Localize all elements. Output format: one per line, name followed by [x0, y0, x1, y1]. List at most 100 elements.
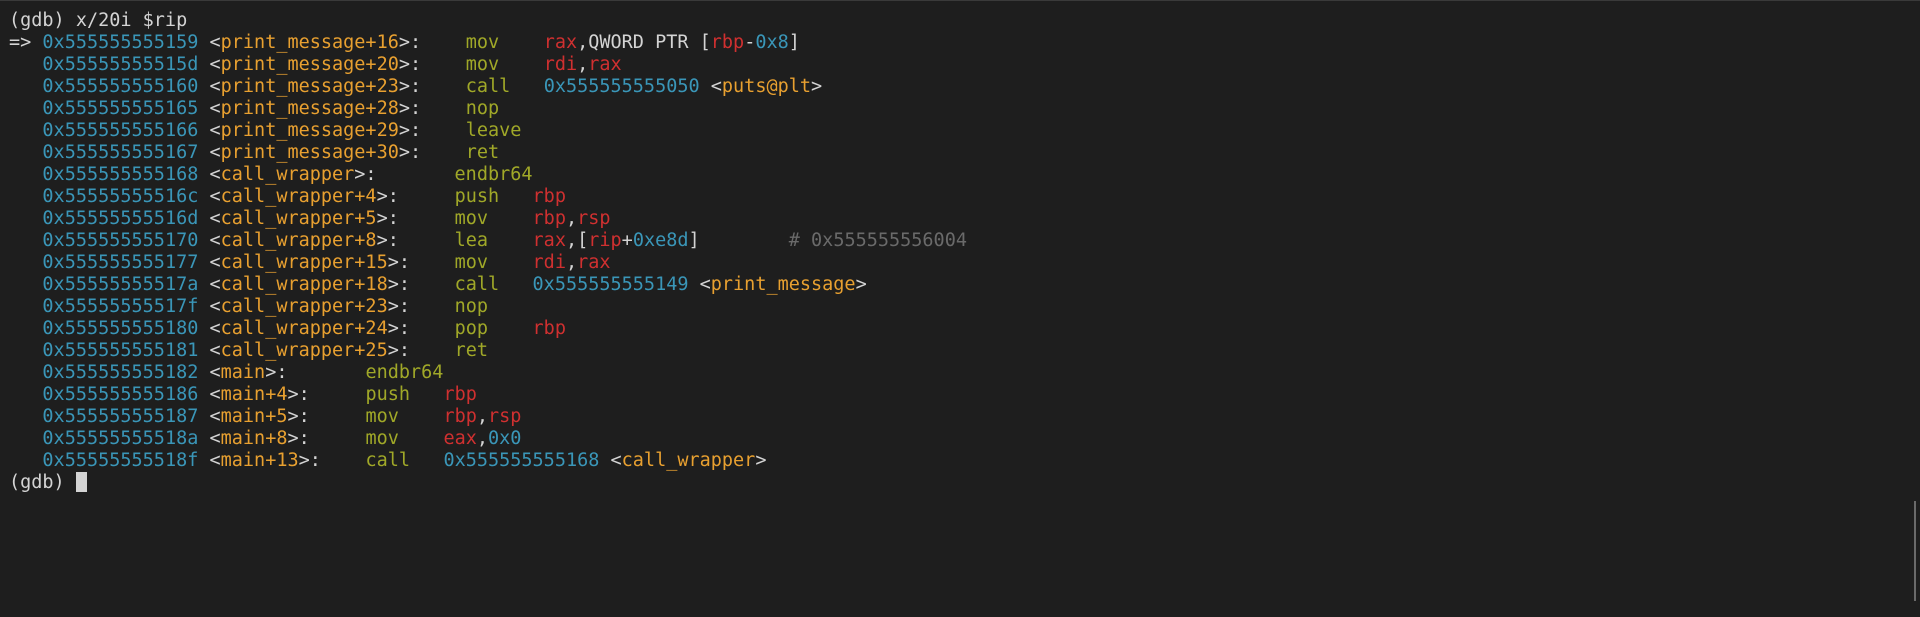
symbol-offset: call_wrapper+8: [220, 230, 377, 251]
command-line: (gdb) x/20i $rip: [9, 10, 188, 31]
mnemonic: mov: [365, 406, 399, 427]
symbol-offset: call_wrapper+25: [220, 340, 388, 361]
symbol-offset: call_wrapper+18: [220, 274, 388, 295]
symbol-offset: main+13: [220, 450, 299, 471]
mnemonic: mov: [454, 252, 488, 273]
disasm-row: 0x55555555517f <call_wrapper+23>: nop: [42, 296, 488, 317]
instruction-address: 0x555555555186: [42, 384, 199, 405]
register: rdi: [543, 54, 578, 75]
instruction-address: 0x555555555168: [42, 164, 199, 185]
symbol-offset: main: [220, 362, 266, 383]
gdb-prompt: (gdb): [9, 472, 76, 493]
disasm-row: 0x55555555518f <main+13>: call 0x5555555…: [42, 450, 767, 471]
instruction-address: 0x555555555182: [42, 362, 199, 383]
register: rsp: [577, 208, 611, 229]
mnemonic: nop: [454, 296, 488, 317]
symbol: print_message: [710, 274, 856, 295]
mnemonic: ret: [454, 340, 488, 361]
immediate: 0x0: [488, 428, 522, 449]
immediate: 0x8: [755, 32, 789, 53]
instruction-address: 0x555555555160: [42, 76, 199, 97]
mnemonic: pop: [454, 318, 488, 339]
disasm-row: 0x555555555186 <main+4>: push rbp: [42, 384, 477, 405]
disasm-row: 0x555555555181 <call_wrapper+25>: ret: [42, 340, 488, 361]
mnemonic: nop: [465, 98, 500, 119]
mnemonic: ret: [465, 142, 500, 163]
symbol-offset: call_wrapper+24: [220, 318, 388, 339]
disasm-row: 0x555555555180 <call_wrapper+24>: pop rb…: [42, 318, 566, 339]
mnemonic: mov: [365, 428, 399, 449]
symbol-offset: main+4: [220, 384, 288, 405]
disasm-row: 0x555555555187 <main+5>: mov rbp,rsp: [42, 406, 522, 427]
symbol-offset: print_message+16: [220, 32, 399, 53]
register: rip: [588, 230, 622, 251]
register: eax: [443, 428, 477, 449]
disasm-row: => 0x555555555159 <print_message+16>: mo…: [9, 32, 800, 53]
register: rax: [577, 252, 611, 273]
mnemonic: call: [465, 76, 511, 97]
mnemonic: endbr64: [365, 362, 444, 383]
terminal-window[interactable]: (gdb) x/20i $rip => 0x555555555159 <prin…: [0, 0, 1920, 617]
register: rbp: [443, 384, 477, 405]
register: rax: [532, 230, 566, 251]
mnemonic: mov: [465, 54, 500, 75]
instruction-address: 0x555555555167: [42, 142, 199, 163]
mnemonic: mov: [454, 208, 488, 229]
register: rdi: [532, 252, 566, 273]
register: rsp: [488, 406, 522, 427]
mnemonic: call: [454, 274, 500, 295]
instruction-address: 0x55555555517f: [42, 296, 199, 317]
disasm-row: 0x555555555165 <print_message+28>: nop: [42, 98, 500, 119]
comment: # 0x555555556004: [788, 230, 967, 251]
register: rbp: [710, 32, 745, 53]
instruction-address: 0x55555555515d: [42, 54, 199, 75]
text-cursor: [75, 472, 87, 492]
symbol-offset: call_wrapper+23: [220, 296, 388, 317]
instruction-address: 0x555555555187: [42, 406, 199, 427]
disasm-row: 0x55555555516c <call_wrapper+4>: push rb…: [42, 186, 566, 207]
symbol-offset: print_message+23: [220, 76, 399, 97]
symbol: call_wrapper: [621, 450, 756, 471]
symbol-offset: print_message+30: [220, 142, 399, 163]
instruction-address: 0x555555555170: [42, 230, 199, 251]
mnemonic: push: [365, 384, 411, 405]
instruction-address: 0x555555555181: [42, 340, 199, 361]
register: rbp: [532, 208, 566, 229]
symbol-offset: call_wrapper+5: [220, 208, 377, 229]
disasm-row: 0x555555555177 <call_wrapper+15>: mov rd…: [42, 252, 611, 273]
mnemonic: lea: [454, 230, 488, 251]
immediate: 0x555555555149: [532, 274, 689, 295]
disasm-row: 0x55555555516d <call_wrapper+5>: mov rbp…: [42, 208, 611, 229]
disasm-row: 0x55555555517a <call_wrapper+18>: call 0…: [42, 274, 867, 295]
instruction-address: 0x55555555516c: [42, 186, 199, 207]
symbol-offset: call_wrapper+4: [220, 186, 377, 207]
register: rax: [543, 32, 578, 53]
disasm-row: 0x555555555168 <call_wrapper>: endbr64: [42, 164, 533, 185]
disasm-row: 0x55555555515d <print_message+20>: mov r…: [42, 54, 622, 75]
symbol-offset: main+5: [220, 406, 288, 427]
symbol-offset: call_wrapper+15: [220, 252, 388, 273]
instruction-address: 0x555555555177: [42, 252, 199, 273]
scrollbar[interactable]: [1914, 501, 1916, 601]
disasm-row: 0x555555555182 <main>: endbr64: [42, 362, 444, 383]
disasm-row: 0x555555555167 <print_message+30>: ret: [42, 142, 500, 163]
instruction-address: 0x55555555518a: [42, 428, 199, 449]
register: rbp: [443, 406, 477, 427]
instruction-address: 0x555555555166: [42, 120, 199, 141]
disasm-row: 0x55555555518a <main+8>: mov eax,0x0: [42, 428, 522, 449]
immediate: 0x555555555050: [543, 76, 700, 97]
mnemonic: endbr64: [454, 164, 533, 185]
mnemonic: call: [365, 450, 411, 471]
mnemonic: mov: [465, 32, 500, 53]
symbol: puts@plt: [721, 76, 812, 97]
prompt-line[interactable]: (gdb): [9, 472, 1900, 494]
instruction-address: 0x555555555180: [42, 318, 199, 339]
terminal-screen: (gdb) x/20i $rip => 0x555555555159 <prin…: [9, 10, 1900, 494]
instruction-address: 0x55555555517a: [42, 274, 199, 295]
disasm-row: 0x555555555160 <print_message+23>: call …: [42, 76, 823, 97]
instruction-address: 0x55555555518f: [42, 450, 199, 471]
symbol-offset: call_wrapper: [220, 164, 355, 185]
disasm-row: 0x555555555166 <print_message+29>: leave: [42, 120, 522, 141]
register: rax: [588, 54, 622, 75]
symbol-offset: print_message+20: [220, 54, 399, 75]
